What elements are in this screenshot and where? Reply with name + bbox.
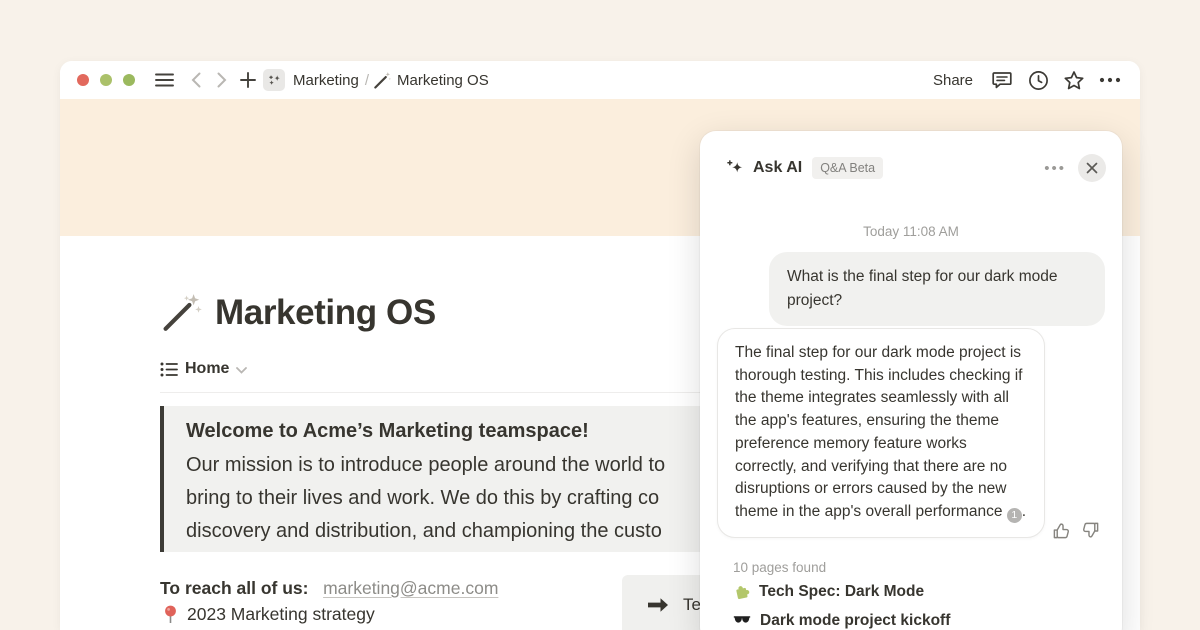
answer-feedback bbox=[1052, 521, 1100, 540]
wand-page-icon bbox=[371, 67, 393, 93]
back-chevron-icon[interactable] bbox=[183, 67, 209, 93]
forward-chevron-icon[interactable] bbox=[209, 67, 235, 93]
sidebar-menu-icon[interactable] bbox=[151, 67, 177, 93]
screenshot-stage: Marketing / Marketing OS Share bbox=[0, 0, 1200, 630]
result-title: Dark mode project kickoff bbox=[760, 612, 950, 630]
chevron-down-icon bbox=[236, 367, 247, 374]
traffic-lights bbox=[77, 74, 135, 86]
ai-sparkle-icon bbox=[725, 158, 745, 178]
ask-ai-panel: Ask AI Q&A Beta ••• Today 11:08 AM What … bbox=[700, 131, 1122, 630]
page-title-row: Marketing OS bbox=[160, 291, 436, 333]
toolbar-right-group: Share bbox=[927, 67, 1123, 93]
user-question-bubble: What is the final step for our dark mode… bbox=[769, 252, 1105, 326]
list-view-icon bbox=[160, 361, 178, 378]
zoom-window-button[interactable] bbox=[123, 74, 135, 86]
ai-answer-period: . bbox=[1022, 503, 1026, 520]
comments-icon[interactable] bbox=[989, 67, 1015, 93]
pinned-page-link[interactable]: 2023 Marketing strategy bbox=[163, 604, 375, 625]
view-tab-label: Home bbox=[185, 360, 229, 378]
chat-date-stamp: Today 11:08 AM bbox=[700, 224, 1122, 239]
puzzle-icon bbox=[733, 584, 750, 601]
pushpin-icon bbox=[163, 605, 178, 625]
thumbs-up-icon[interactable] bbox=[1052, 521, 1071, 540]
breadcrumb-teamspace[interactable]: Marketing bbox=[293, 72, 359, 89]
qa-beta-badge: Q&A Beta bbox=[812, 157, 883, 179]
ask-ai-header: Ask AI Q&A Beta ••• bbox=[700, 131, 1122, 195]
sunglasses-icon bbox=[733, 614, 751, 628]
ai-answer-bubble: The final step for our dark mode project… bbox=[717, 328, 1045, 538]
panel-close-button[interactable] bbox=[1078, 154, 1106, 182]
citation-badge[interactable]: 1 bbox=[1007, 508, 1022, 523]
arrow-right-icon bbox=[646, 595, 670, 615]
wand-title-icon[interactable] bbox=[160, 291, 202, 333]
new-page-plus-icon[interactable] bbox=[235, 67, 261, 93]
result-title: Tech Spec: Dark Mode bbox=[759, 583, 924, 601]
pinned-page-title: 2023 Marketing strategy bbox=[187, 604, 375, 625]
close-icon bbox=[1086, 162, 1098, 174]
contact-email-link[interactable]: marketing@acme.com bbox=[323, 578, 498, 598]
teamspace-sparkle-icon[interactable] bbox=[263, 69, 285, 91]
page-title[interactable]: Marketing OS bbox=[215, 293, 436, 333]
close-window-button[interactable] bbox=[77, 74, 89, 86]
minimize-window-button[interactable] bbox=[100, 74, 112, 86]
result-row-kickoff[interactable]: Dark mode project kickoff bbox=[733, 612, 950, 630]
thumbs-down-icon[interactable] bbox=[1081, 521, 1100, 540]
breadcrumb-separator: / bbox=[365, 72, 369, 89]
window-toolbar: Marketing / Marketing OS Share bbox=[60, 61, 1140, 99]
view-tab-home[interactable]: Home bbox=[160, 360, 247, 378]
result-row-tech-spec[interactable]: Tech Spec: Dark Mode bbox=[733, 583, 924, 601]
contact-row: To reach all of us: marketing@acme.com bbox=[160, 578, 498, 599]
ai-answer-text: The final step for our dark mode project… bbox=[735, 344, 1023, 520]
panel-more-icon[interactable]: ••• bbox=[1044, 160, 1066, 177]
pages-found-label: 10 pages found bbox=[733, 560, 826, 575]
favorite-star-icon[interactable] bbox=[1061, 67, 1087, 93]
breadcrumb-page[interactable]: Marketing OS bbox=[397, 72, 489, 89]
history-clock-icon[interactable] bbox=[1025, 67, 1051, 93]
contact-label: To reach all of us: bbox=[160, 578, 308, 598]
share-button[interactable]: Share bbox=[927, 72, 979, 89]
ask-ai-title: Ask AI bbox=[753, 159, 802, 177]
more-ellipsis-icon[interactable] bbox=[1097, 67, 1123, 93]
